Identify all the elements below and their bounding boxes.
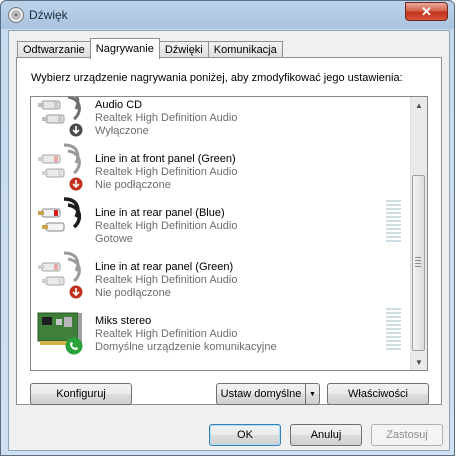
input-level-meter (386, 308, 401, 354)
device-name: Audio CD (95, 99, 143, 111)
device-item-stereo-mix[interactable]: Miks stereo Realtek High Definition Audi… (31, 303, 413, 357)
unplugged-red-badge-icon (69, 285, 83, 299)
device-item-audio-cd[interactable]: Audio CD Realtek High Definition Audio W… (31, 97, 413, 141)
scroll-up-arrow-icon[interactable]: ▲ (411, 97, 427, 113)
tab-recording[interactable]: Nagrywanie (89, 38, 160, 59)
speaker-app-icon (8, 7, 24, 23)
device-name: Line in at rear panel (Green) (95, 261, 234, 273)
configure-button[interactable]: Konfiguruj (30, 383, 132, 405)
set-default-split-button[interactable]: Ustaw domyślne ▼ (216, 383, 320, 405)
device-status: Nie podłączone (95, 179, 171, 191)
scroll-down-arrow-icon[interactable]: ▼ (411, 354, 427, 370)
phone-green-badge-icon (65, 337, 83, 355)
input-level-meter (386, 200, 401, 246)
title-bar[interactable]: Dźwięk ✕ (1, 1, 454, 29)
dialog-client-area: Odtwarzanie Nagrywanie Dźwięki Komunikac… (8, 30, 450, 451)
device-status: Wyłączone (95, 125, 149, 137)
device-status: Domyślne urządzenie komunikacyjne (95, 341, 277, 353)
device-name: Line in at front panel (Green) (95, 153, 236, 165)
cancel-button[interactable]: Anuluj (290, 424, 362, 446)
sound-dialog-window: Dźwięk ✕ Odtwarzanie Nagrywanie Dźwięki … (0, 0, 455, 456)
device-item-line-in-rear-blue[interactable]: Line in at rear panel (Blue) Realtek Hig… (31, 195, 413, 249)
apply-button[interactable]: Zastosuj (371, 424, 443, 446)
device-status: Gotowe (95, 233, 133, 245)
device-list-content: Audio CD Realtek High Definition Audio W… (31, 97, 413, 357)
device-driver: Realtek High Definition Audio (95, 166, 238, 178)
scroll-grip-icon (415, 257, 421, 269)
device-driver: Realtek High Definition Audio (95, 328, 238, 340)
tab-strip: Odtwarzanie Nagrywanie Dźwięki Komunikac… (17, 38, 283, 59)
device-item-line-in-rear-green[interactable]: Line in at rear panel (Green) Realtek Hi… (31, 249, 413, 303)
recording-tab-panel: Wybierz urządzenie nagrywania poniżej, a… (16, 57, 442, 405)
device-driver: Realtek High Definition Audio (95, 220, 238, 232)
window-title: Dźwięk (29, 8, 68, 22)
ok-button[interactable]: OK (209, 424, 281, 446)
device-status: Nie podłączone (95, 287, 171, 299)
close-button[interactable]: ✕ (405, 2, 448, 21)
set-default-label: Ustaw domyślne (220, 388, 302, 400)
disabled-arrow-badge-icon (69, 123, 83, 137)
close-icon: ✕ (421, 3, 432, 19)
dropdown-arrow-icon[interactable]: ▼ (305, 384, 319, 404)
device-item-line-in-front-green[interactable]: Line in at front panel (Green) Realtek H… (31, 141, 413, 195)
device-driver: Realtek High Definition Audio (95, 112, 238, 124)
vertical-scrollbar[interactable]: ▲ ▼ (410, 97, 427, 370)
device-driver: Realtek High Definition Audio (95, 274, 238, 286)
rca-cable-icon (38, 197, 82, 232)
device-name: Miks stereo (95, 315, 152, 327)
instruction-text: Wybierz urządzenie nagrywania poniżej, a… (31, 72, 403, 84)
properties-button[interactable]: Właściwości (327, 383, 429, 405)
unplugged-red-badge-icon (69, 177, 83, 191)
device-name: Line in at rear panel (Blue) (95, 207, 225, 219)
recording-device-list[interactable]: Audio CD Realtek High Definition Audio W… (30, 96, 428, 371)
